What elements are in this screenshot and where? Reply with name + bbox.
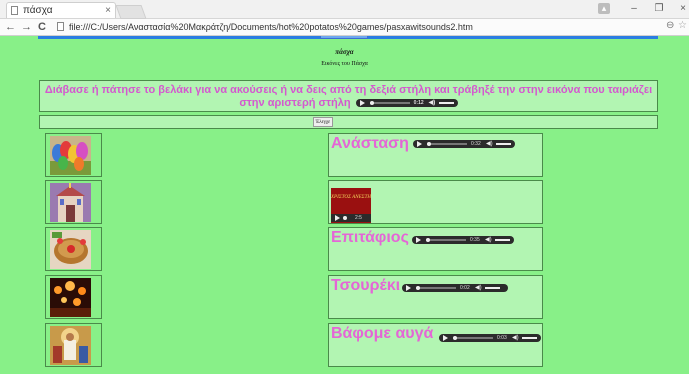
audio-player[interactable]: 0:03 ◀) [439,334,541,342]
browser-toolbar: ← → C file:///C:/Users/Αναστασία%20Μακρά… [0,19,689,36]
seek-track[interactable] [369,102,410,105]
check-button[interactable]: Έλεγχε [313,117,333,127]
audio-time: 0:03 [497,335,507,341]
answer-cell[interactable]: Τσουρέκι 0:02 ◀) [328,275,543,319]
church-image [50,183,91,222]
volume-icon[interactable]: ◀) [485,236,492,244]
file-icon [57,22,64,31]
play-icon[interactable] [359,100,365,107]
volume-icon[interactable]: ◀) [486,140,493,148]
image-cell[interactable] [45,133,102,177]
audio-time: 0:02 [460,285,470,291]
play-icon[interactable] [416,237,421,243]
tab-close-icon[interactable]: × [105,3,111,19]
seek-track[interactable] [453,337,493,339]
instructions-text: Διάβασε ή πάτησε το βελάκι για να ακούσε… [44,84,653,109]
volume-icon[interactable]: ◀) [512,334,519,342]
minimize-icon[interactable]: – [627,2,641,15]
volume-slider[interactable] [485,287,500,289]
seek-knob[interactable] [343,216,347,220]
seek-knob[interactable] [453,336,457,340]
page-content: πάσχα Εικόνες του Πάσχα Διάβασε ή πάτησε… [0,36,689,374]
answer-cell[interactable]: Επιτάφιος 0:35 ◀) [328,227,543,271]
card-text: ΧΡΙΣΤΟΣ ΑΝΕΣΤΗ [331,195,371,200]
christ-is-risen-card[interactable]: ΧΡΙΣΤΟΣ ΑΝΕΣΤΗ 2:5 [331,188,371,223]
answer-cell[interactable]: ΧΡΙΣΤΟΣ ΑΝΕΣΤΗ 2:5 [328,180,543,224]
volume-icon[interactable]: ◀) [429,99,436,107]
reload-icon[interactable]: C [38,20,46,34]
seek-knob[interactable] [416,286,420,290]
seek-knob[interactable] [427,142,431,146]
answer-label[interactable]: Τσουρέκι [331,276,400,296]
seek-knob[interactable] [426,238,430,242]
play-icon[interactable] [335,215,340,221]
bookmark-star-icon[interactable]: ☆ [678,20,687,31]
maximize-icon[interactable]: ❐ [652,2,666,15]
audio-player[interactable]: 0:32 ◀) [413,140,515,148]
forward-arrow-icon[interactable]: → [21,20,32,34]
answer-label[interactable]: Ανάσταση [331,134,409,154]
seek-knob[interactable] [369,101,374,106]
page-icon [11,6,18,15]
back-arrow-icon[interactable]: ← [5,20,16,34]
seek-track[interactable] [427,143,467,145]
volume-slider[interactable] [438,102,454,105]
seek-track[interactable] [426,239,466,241]
resurrection-icon-image [50,326,91,365]
image-cell[interactable] [45,180,102,224]
audio-player[interactable]: 0:35 ◀) [412,236,514,244]
page-title: πάσχα [335,48,354,56]
image-cell[interactable] [45,275,102,319]
video-time: 2:5 [355,215,362,221]
audio-time: 0:12 [413,100,424,107]
play-icon[interactable] [417,141,422,147]
tab-title: πάσχα [23,5,53,16]
audio-player[interactable]: 0:02 ◀) [402,284,508,292]
new-tab-button[interactable] [115,5,147,19]
answer-cell[interactable]: Βάφομε αυγά 0:03 ◀) [328,323,543,367]
image-cell[interactable] [45,323,102,367]
play-icon[interactable] [406,285,411,291]
answer-cell[interactable]: Ανάσταση 0:32 ◀) [328,133,543,177]
volume-icon[interactable]: ◀) [475,284,482,292]
answer-label[interactable]: Βάφομε αυγά [331,324,433,344]
browser-tab-strip: πάσχα × ▴ – ❐ × [0,0,689,19]
instructions-box: Διάβασε ή πάτησε το βελάκι για να ακούσε… [39,80,658,112]
address-bar[interactable]: file:///C:/Users/Αναστασία%20Μακράτζη/Do… [69,21,473,33]
browser-tab[interactable]: πάσχα × [6,2,116,18]
answer-label[interactable]: Επιτάφιος [331,228,409,248]
play-icon[interactable] [443,335,448,341]
user-icon[interactable]: ▴ [598,3,610,14]
volume-slider[interactable] [522,337,537,339]
video-player[interactable]: 2:5 [331,214,371,222]
zoom-icon[interactable]: ⊖ [666,20,674,31]
easter-eggs-image [50,136,91,175]
page-subtitle: Εικόνες του Πάσχα [321,61,368,67]
audio-time: 0:32 [471,141,481,147]
window-close-icon[interactable]: × [676,2,689,15]
check-row: Έλεγχε [39,115,658,129]
image-cell[interactable] [45,227,102,271]
top-nav-button[interactable] [320,36,368,39]
easter-bread-image [50,230,91,269]
instructions-audio-player[interactable]: 0:12 ◀) [355,99,458,108]
audio-time: 0:35 [470,237,480,243]
candles-night-image [50,278,91,317]
seek-track[interactable] [416,287,456,289]
volume-slider[interactable] [495,239,510,241]
volume-slider[interactable] [496,143,511,145]
